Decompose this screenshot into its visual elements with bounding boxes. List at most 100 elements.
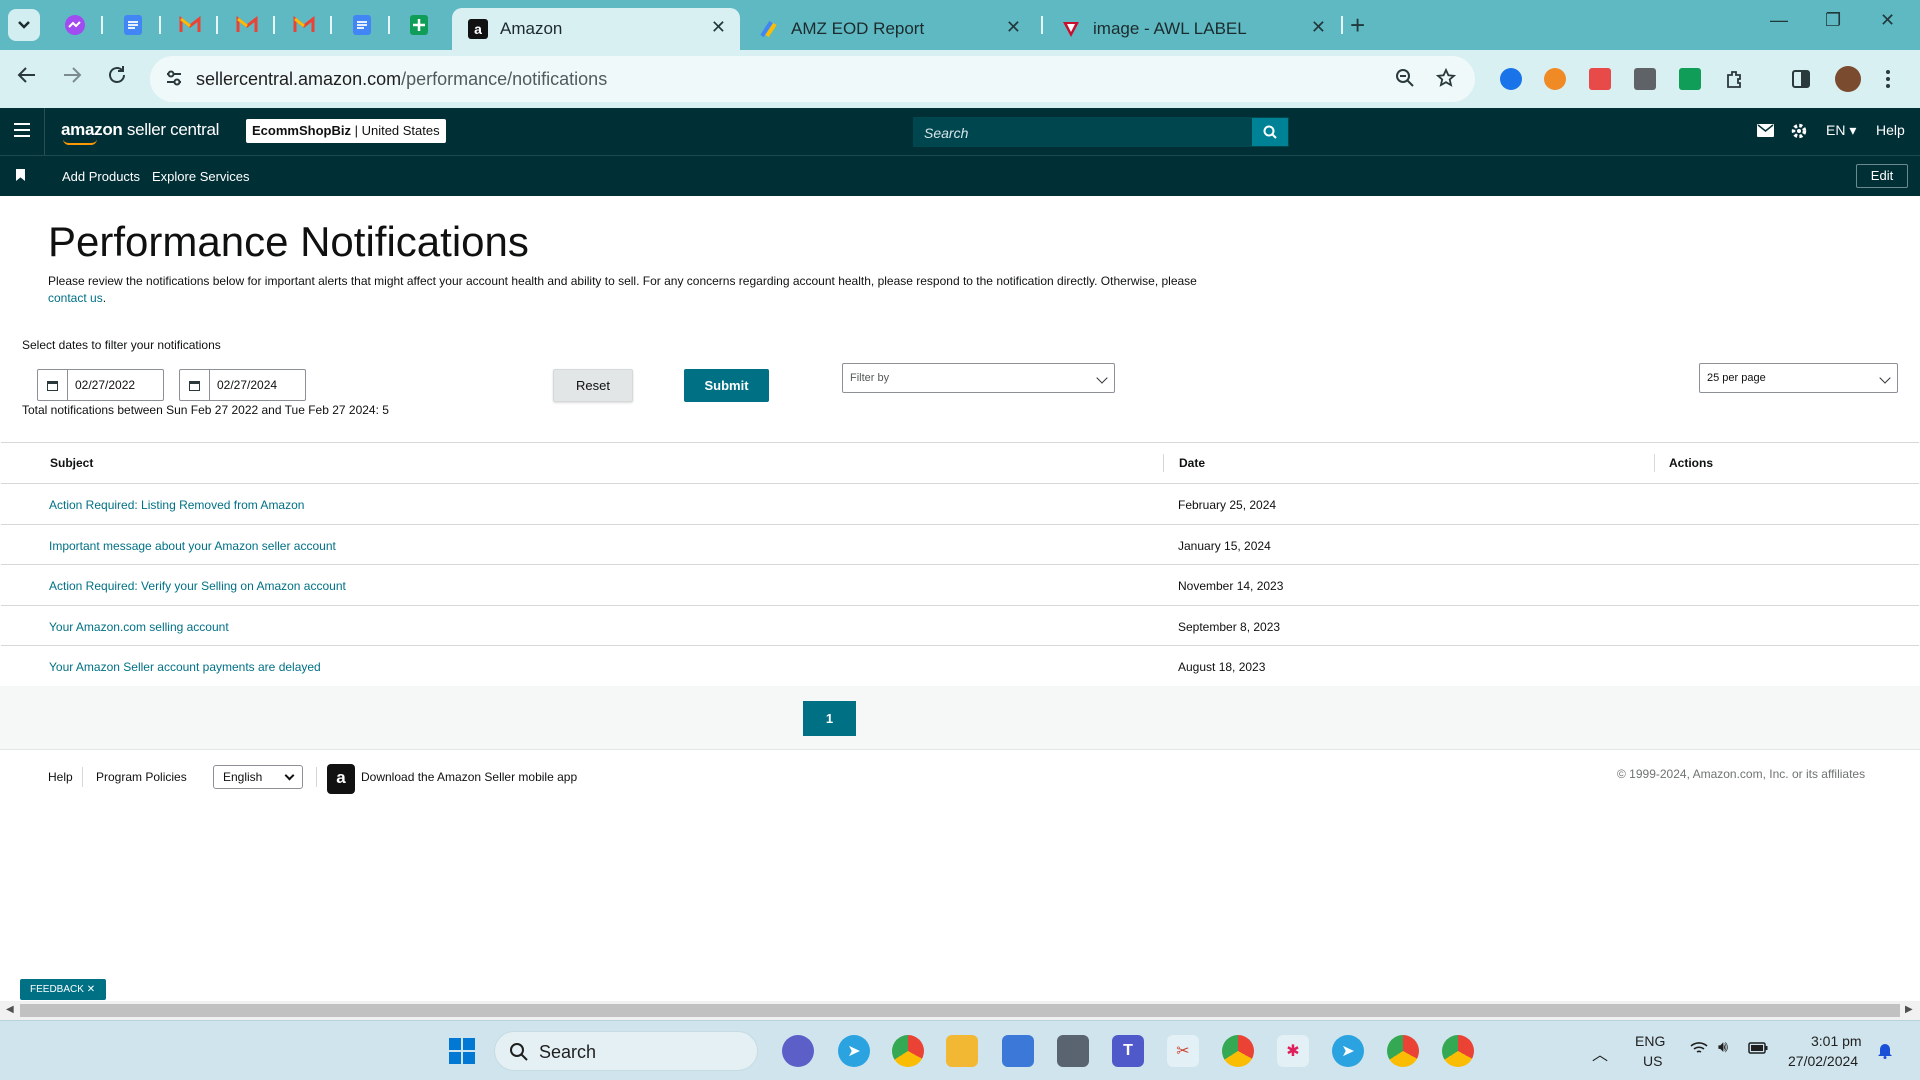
store-selector[interactable]: EcommShopBiz | United States — [246, 119, 446, 143]
chat-app-icon[interactable] — [782, 1035, 814, 1067]
footer-help-link[interactable]: Help — [48, 770, 73, 784]
bookmark-star-icon[interactable] — [1435, 67, 1457, 94]
slack-icon[interactable]: ✱ — [1277, 1035, 1309, 1067]
calculator-icon[interactable] — [1057, 1035, 1089, 1067]
notepad-icon[interactable] — [1002, 1035, 1034, 1067]
close-window-icon[interactable]: ✕ — [1880, 10, 1895, 31]
messenger-tab-icon[interactable] — [62, 12, 88, 38]
new-tab-icon[interactable]: + — [1350, 10, 1365, 41]
amazon-seller-app-icon[interactable]: a — [327, 764, 355, 794]
close-icon[interactable]: ✕ — [87, 984, 95, 995]
chrome-icon[interactable] — [1442, 1035, 1474, 1067]
date-to-input[interactable]: 02/27/2024 — [179, 369, 306, 401]
notification-subject-link[interactable]: Important message about your Amazon sell… — [49, 539, 336, 553]
per-page-select[interactable]: 25 per page — [1699, 363, 1898, 393]
settings-gear-icon[interactable] — [1790, 122, 1808, 143]
date-from-input[interactable]: 02/27/2022 — [37, 369, 164, 401]
seller-central-logo[interactable]: amazon seller central — [61, 120, 219, 145]
telegram-icon[interactable]: ➤ — [838, 1035, 870, 1067]
restore-icon[interactable]: ❐ — [1825, 10, 1841, 31]
address-bar[interactable]: sellercentral.amazon.com/performance/not… — [150, 56, 1475, 102]
input-language-primary[interactable]: ENG — [1635, 1033, 1665, 1049]
profile-avatar[interactable] — [1835, 66, 1861, 92]
horizontal-scrollbar[interactable]: ◀ ▶ — [0, 1001, 1920, 1020]
minimize-icon[interactable]: — — [1770, 10, 1788, 31]
footer-program-policies-link[interactable]: Program Policies — [96, 770, 187, 784]
table-row: Action Required: Listing Removed from Am… — [1, 484, 1919, 525]
tab-awl-label[interactable]: image - AWL LABEL ✕ — [1045, 8, 1340, 50]
edit-nav-button[interactable]: Edit — [1856, 164, 1908, 188]
help-link[interactable]: Help — [1876, 122, 1905, 138]
input-language-region[interactable]: US — [1643, 1053, 1662, 1069]
calendar-icon[interactable] — [180, 370, 210, 400]
submit-button[interactable]: Submit — [684, 369, 769, 402]
feedback-button[interactable]: FEEDBACK ✕ — [20, 979, 106, 1000]
gmail-tab-icon[interactable] — [291, 12, 317, 38]
reload-icon[interactable] — [106, 64, 128, 92]
chrome-icon[interactable] — [1222, 1035, 1254, 1067]
nav-explore-services[interactable]: Explore Services — [152, 169, 250, 184]
nav-add-products[interactable]: Add Products — [62, 169, 140, 184]
extension-icon[interactable] — [1679, 68, 1701, 90]
mail-icon[interactable] — [1757, 124, 1774, 140]
side-panel-icon[interactable] — [1790, 68, 1812, 90]
site-settings-icon[interactable] — [164, 68, 184, 88]
sheets-tab-icon[interactable] — [406, 12, 432, 38]
scroll-left-icon[interactable]: ◀ — [6, 1004, 14, 1015]
notification-subject-link[interactable]: Your Amazon Seller account payments are … — [49, 660, 321, 674]
gmail-tab-icon[interactable] — [234, 12, 260, 38]
footer-language-select[interactable]: English — [213, 765, 303, 789]
notification-subject-link[interactable]: Action Required: Listing Removed from Am… — [49, 498, 304, 512]
chevron-down-icon — [284, 770, 295, 781]
forward-icon[interactable] — [61, 64, 83, 92]
docs-tab-icon[interactable] — [120, 12, 146, 38]
calendar-icon[interactable] — [38, 370, 68, 400]
bookmark-icon[interactable] — [16, 169, 25, 181]
tray-expand-icon[interactable]: ︿ — [1592, 1041, 1608, 1065]
extension-icon[interactable] — [1500, 68, 1522, 90]
wifi-icon[interactable] — [1690, 1041, 1708, 1060]
docs-tab-icon[interactable] — [349, 12, 375, 38]
filter-by-select[interactable]: Filter by — [842, 363, 1115, 393]
gmail-tab-icon[interactable] — [177, 12, 203, 38]
battery-icon[interactable] — [1748, 1041, 1768, 1059]
telegram-icon[interactable]: ➤ — [1332, 1035, 1364, 1067]
extension-off-icon[interactable] — [1634, 68, 1656, 90]
snipping-tool-icon[interactable]: ✂ — [1167, 1035, 1199, 1067]
chrome-icon[interactable] — [892, 1035, 924, 1067]
windows-start-icon[interactable] — [446, 1035, 478, 1067]
tab-amazon[interactable]: a Amazon ✕ — [452, 8, 740, 50]
page-button-current[interactable]: 1 — [803, 701, 856, 736]
extension-icon[interactable] — [1589, 68, 1611, 90]
menu-kebab-icon[interactable] — [1885, 68, 1907, 90]
taskbar-search[interactable]: Search — [494, 1031, 758, 1071]
notification-subject-link[interactable]: Action Required: Verify your Selling on … — [49, 579, 346, 593]
zoom-icon[interactable] — [1395, 68, 1415, 94]
clock-date[interactable]: 27/02/2024 — [1788, 1053, 1858, 1069]
download-app-link[interactable]: Download the Amazon Seller mobile app — [361, 770, 577, 784]
back-icon[interactable] — [16, 64, 38, 92]
scroll-right-icon[interactable]: ▶ — [1905, 1004, 1913, 1015]
seller-search-field[interactable]: Search — [913, 117, 1289, 147]
notification-subject-link[interactable]: Your Amazon.com selling account — [49, 620, 229, 634]
chrome-icon[interactable] — [1387, 1035, 1419, 1067]
notification-date: November 14, 2023 — [1178, 579, 1284, 593]
close-tab-icon[interactable]: ✕ — [1006, 17, 1021, 38]
reset-button[interactable]: Reset — [553, 369, 633, 402]
file-explorer-icon[interactable] — [946, 1035, 978, 1067]
clock-time[interactable]: 3:01 pm — [1811, 1033, 1862, 1049]
extensions-puzzle-icon[interactable] — [1724, 68, 1746, 90]
teams-icon[interactable]: T — [1112, 1035, 1144, 1067]
tab-amz-eod-report[interactable]: AMZ EOD Report ✕ — [743, 8, 1035, 50]
hamburger-menu-icon[interactable] — [14, 123, 30, 141]
contact-us-link[interactable]: contact us — [48, 291, 103, 305]
date-filter-label: Select dates to filter your notification… — [22, 338, 221, 352]
extension-icon[interactable] — [1544, 68, 1566, 90]
close-tab-icon[interactable]: ✕ — [711, 17, 726, 38]
language-selector[interactable]: EN ▾ — [1826, 122, 1856, 139]
close-tab-icon[interactable]: ✕ — [1311, 17, 1326, 38]
volume-icon[interactable]: 🔊︎ — [1718, 1039, 1728, 1057]
search-button[interactable] — [1252, 118, 1288, 146]
tab-search-dropdown[interactable] — [8, 9, 40, 41]
notification-bell-icon[interactable] — [1877, 1041, 1893, 1064]
